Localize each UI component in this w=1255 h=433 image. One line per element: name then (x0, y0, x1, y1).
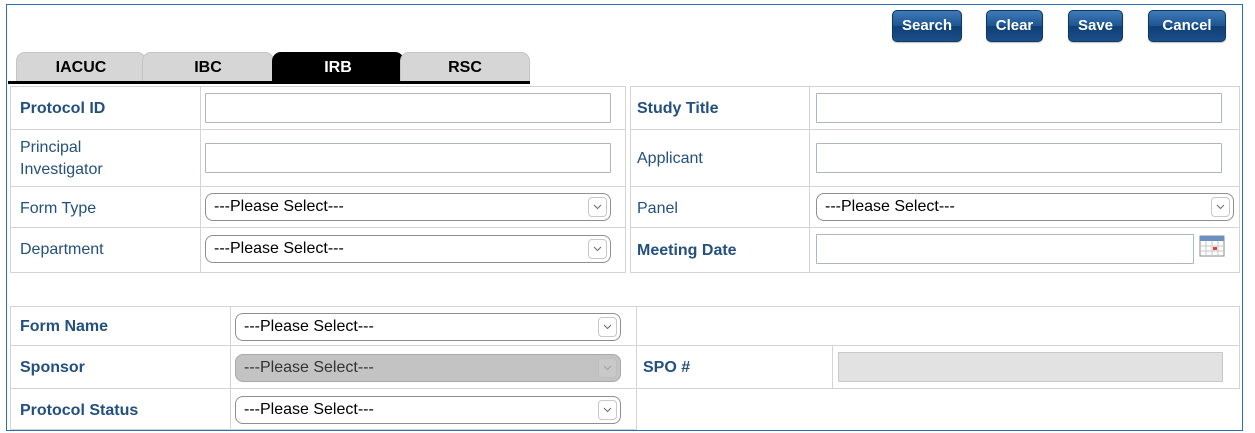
chevron-down-icon (588, 239, 607, 259)
meeting-date-input[interactable] (816, 234, 1194, 264)
cancel-button[interactable]: Cancel (1148, 10, 1226, 42)
save-button[interactable]: Save (1068, 10, 1123, 42)
pi-label-line2: Investigator (20, 161, 103, 178)
applicant-label: Applicant (637, 150, 703, 167)
meeting-date-label: Meeting Date (637, 242, 737, 259)
protocol-id-label: Protocol ID (20, 100, 106, 117)
form-name-label: Form Name (20, 318, 109, 335)
panel-selected: ---Please Select--- (825, 198, 955, 215)
study-title-input[interactable] (816, 93, 1222, 123)
panel-select[interactable]: ---Please Select--- (816, 193, 1234, 221)
chevron-down-icon (588, 197, 607, 217)
pi-input[interactable] (205, 143, 611, 173)
tab-ibc[interactable]: IBC (142, 52, 274, 82)
protocol-id-input[interactable] (205, 93, 611, 123)
sponsor-label: Sponsor (20, 359, 85, 376)
department-label: Department (20, 241, 104, 258)
applicant-input[interactable] (816, 143, 1222, 173)
sponsor-selected: ---Please Select--- (244, 359, 374, 376)
form-type-selected: ---Please Select--- (214, 198, 344, 215)
form-name-select[interactable]: ---Please Select--- (235, 313, 621, 341)
chevron-down-icon (598, 400, 617, 420)
calendar-icon[interactable] (1199, 234, 1225, 258)
search-button[interactable]: Search (892, 10, 962, 42)
tab-rsc[interactable]: RSC (400, 52, 530, 82)
spo-label: SPO # (643, 359, 691, 376)
protocol-status-selected: ---Please Select--- (244, 401, 374, 418)
tab-irb[interactable]: IRB (272, 52, 404, 82)
form-type-select[interactable]: ---Please Select--- (205, 193, 611, 221)
chevron-down-icon (1211, 197, 1230, 217)
sponsor-select[interactable]: ---Please Select--- (235, 354, 621, 382)
tab-iacuc[interactable]: IACUC (16, 52, 146, 82)
spo-input[interactable] (838, 352, 1223, 382)
chevron-down-icon (598, 358, 617, 378)
panel-label: Panel (637, 200, 678, 217)
pi-label-line1: Principal (20, 139, 82, 156)
protocol-status-label: Protocol Status (20, 402, 139, 419)
department-selected: ---Please Select--- (214, 240, 344, 257)
form-name-selected: ---Please Select--- (244, 318, 374, 335)
chevron-down-icon (598, 317, 617, 337)
department-select[interactable]: ---Please Select--- (205, 235, 611, 263)
protocol-status-select[interactable]: ---Please Select--- (235, 396, 621, 424)
study-title-label: Study Title (637, 100, 719, 117)
tab-underline (8, 81, 530, 84)
clear-button[interactable]: Clear (986, 10, 1043, 42)
form-name-empty-cell (636, 306, 1240, 346)
form-type-label: Form Type (20, 200, 97, 217)
